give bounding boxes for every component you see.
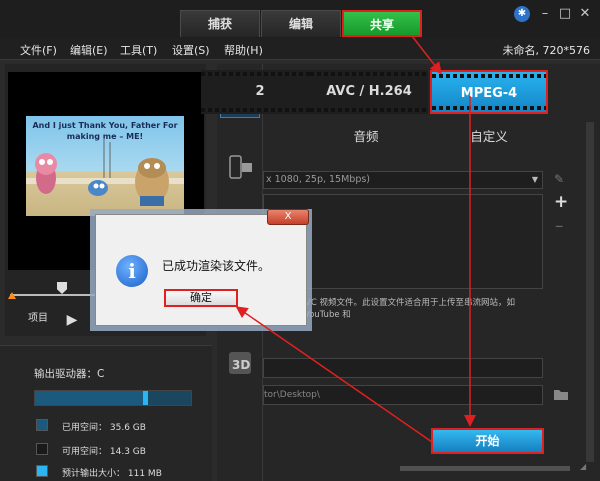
- start-button[interactable]: 开始: [431, 428, 544, 454]
- format-option-partial[interactable]: 2: [201, 70, 319, 114]
- free-space-label: 可用空间： 14.3 GB: [62, 447, 146, 457]
- preview-frame: And I just Thank You, Father For making …: [26, 116, 184, 216]
- device-output-tab[interactable]: [220, 150, 260, 186]
- browse-folder-button[interactable]: [553, 386, 569, 402]
- play-icon: ▶: [66, 312, 78, 328]
- profile-description: VC 视频文件。此设置文件适合用于上传至串流网站，如 YouTube 和: [305, 298, 515, 320]
- edit-profile-icon[interactable]: ✎: [554, 172, 568, 186]
- format-custom[interactable]: 自定义: [430, 126, 548, 145]
- storage-panel: [0, 345, 212, 481]
- menu-help[interactable]: 帮助(H): [224, 42, 263, 58]
- menu-tools[interactable]: 工具(T): [120, 42, 157, 58]
- svg-text:3D: 3D: [232, 358, 250, 372]
- used-space-fill: [35, 391, 143, 405]
- project-info: 未命名, 720*576: [502, 44, 590, 57]
- minimize-icon[interactable]: –: [536, 6, 554, 22]
- dialog-message: 已成功渲染该文件。: [162, 259, 271, 273]
- menu-bar: 文件(F) 编辑(E) 工具(T) 设置(S) 帮助(H) 未命名, 720*5…: [0, 38, 600, 60]
- profile-value: x 1080, 25p, 15Mbps): [266, 174, 371, 185]
- drive-label: 输出驱动器：C: [34, 368, 105, 380]
- used-space-label: 已用空间： 35.6 GB: [62, 423, 146, 433]
- folder-icon: [554, 390, 568, 400]
- props-line: ps: [266, 227, 542, 247]
- format-row: 2 AVC / H.264 MPEG-4: [201, 70, 583, 118]
- menu-settings[interactable]: 设置(S): [172, 42, 210, 58]
- remove-profile-icon[interactable]: –: [555, 218, 569, 235]
- phone-camera-icon: [229, 155, 252, 179]
- play-button[interactable]: ▶: [60, 310, 84, 330]
- vertical-scrollbar[interactable]: [586, 122, 594, 462]
- ok-button[interactable]: 确定: [164, 289, 238, 307]
- menu-edit[interactable]: 编辑(E): [70, 42, 108, 58]
- tab-capture[interactable]: 捕获: [180, 10, 260, 37]
- file-name-input[interactable]: [263, 358, 543, 378]
- info-icon: i: [116, 255, 148, 287]
- chevron-down-icon: ▼: [531, 175, 538, 184]
- free-space-swatch: [36, 443, 48, 455]
- close-icon[interactable]: ✕: [576, 6, 594, 22]
- disk-usage-bar: [34, 390, 192, 406]
- render-complete-dialog: X i 已成功渲染该文件。 确定: [95, 209, 309, 326]
- menu-file[interactable]: 文件(F): [20, 42, 57, 58]
- estimated-size-swatch: [36, 465, 48, 477]
- format-mpeg4[interactable]: MPEG-4: [430, 70, 548, 114]
- add-profile-icon[interactable]: +: [554, 194, 568, 211]
- maximize-icon[interactable]: □: [556, 6, 574, 22]
- 3d-output-tab[interactable]: 3D: [220, 345, 260, 381]
- project-label[interactable]: 项目: [28, 309, 48, 324]
- format-audio[interactable]: 音频: [307, 126, 425, 145]
- used-space-swatch: [36, 419, 48, 431]
- title-bar: 捕获 编辑 共享 ✱ – □ ✕: [0, 0, 600, 38]
- file-path-input[interactable]: tor\Desktop\: [263, 385, 543, 405]
- horizontal-scrollbar[interactable]: [400, 466, 570, 471]
- resize-grip-icon[interactable]: ◢: [580, 462, 588, 471]
- profile-select[interactable]: x 1080, 25p, 15Mbps) ▼: [263, 171, 543, 189]
- estimated-size-label: 预计输出大小： 111 MB: [62, 469, 162, 479]
- estimated-output-marker: [142, 391, 148, 405]
- cartoon-illustration: [26, 138, 184, 206]
- format-avc-h264[interactable]: AVC / H.264: [310, 70, 428, 114]
- scrub-thumb[interactable]: [57, 282, 67, 294]
- trim-start-marker[interactable]: [8, 292, 16, 299]
- dialog-close-button[interactable]: X: [267, 209, 309, 225]
- help-icon[interactable]: ✱: [514, 6, 530, 22]
- 3d-icon: 3D: [229, 352, 251, 374]
- tab-edit[interactable]: 编辑: [261, 10, 341, 37]
- tab-share[interactable]: 共享: [342, 10, 422, 37]
